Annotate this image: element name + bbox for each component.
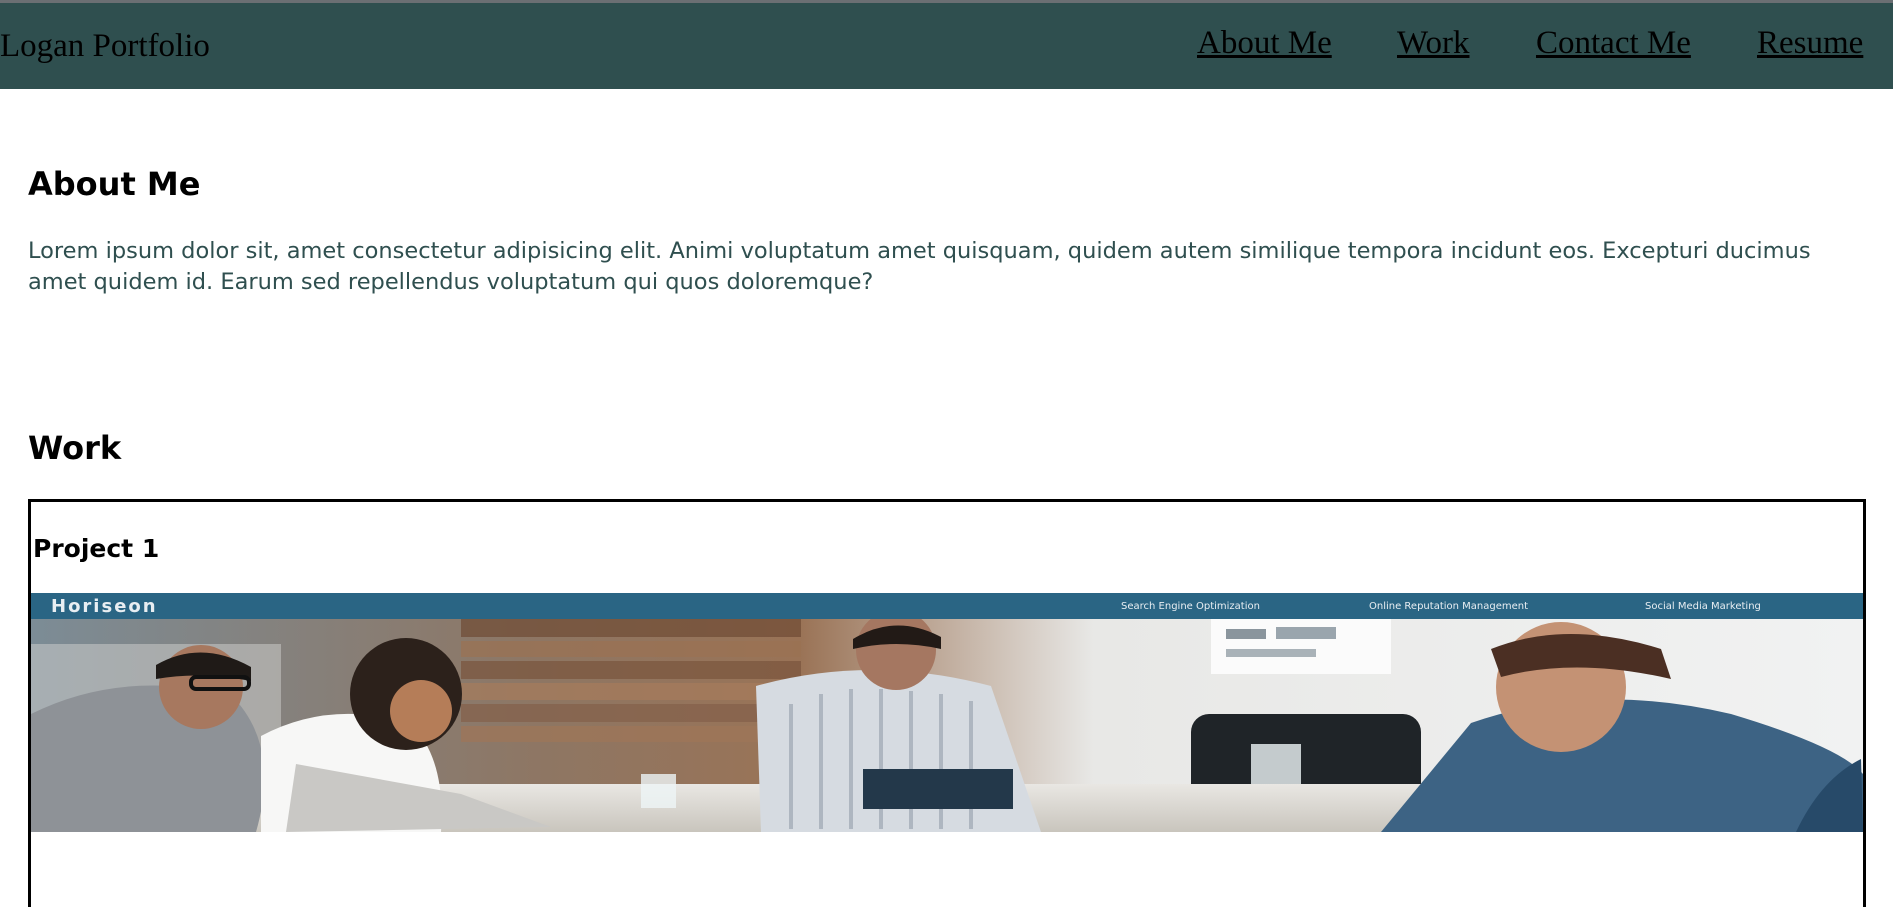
screenshot-logo: Horiseon [51, 596, 158, 617]
nav-link-work[interactable]: Work [1397, 27, 1470, 60]
screenshot-nav-item: Online Reputation Management [1369, 601, 1529, 612]
team-meeting-illustration [31, 610, 1863, 832]
about-heading: About Me [28, 165, 201, 203]
nav-link-contact-me[interactable]: Contact Me [1536, 27, 1691, 60]
work-heading: Work [28, 429, 122, 467]
navbar: Logan Portfolio About Me Work Contact Me… [0, 3, 1893, 89]
project-title: Project 1 [33, 534, 160, 563]
screenshot-nav-item: Search Engine Optimization [1121, 601, 1260, 612]
about-paragraph: Lorem ipsum dolor sit, amet consectetur … [28, 238, 1811, 295]
team-meeting-photo [31, 610, 1863, 832]
project-card: Project 1 Horiseon Search Engine Optimiz… [28, 499, 1866, 907]
nav-link-resume[interactable]: Resume [1757, 27, 1863, 60]
project-screenshot[interactable]: Horiseon Search Engine Optimization Onli… [31, 593, 1863, 832]
screenshot-header: Horiseon Search Engine Optimization Onli… [31, 593, 1863, 619]
site-brand: Logan Portfolio [0, 28, 210, 64]
nav-link-about-me[interactable]: About Me [1197, 27, 1332, 60]
screenshot-nav-item: Social Media Marketing [1645, 601, 1761, 612]
